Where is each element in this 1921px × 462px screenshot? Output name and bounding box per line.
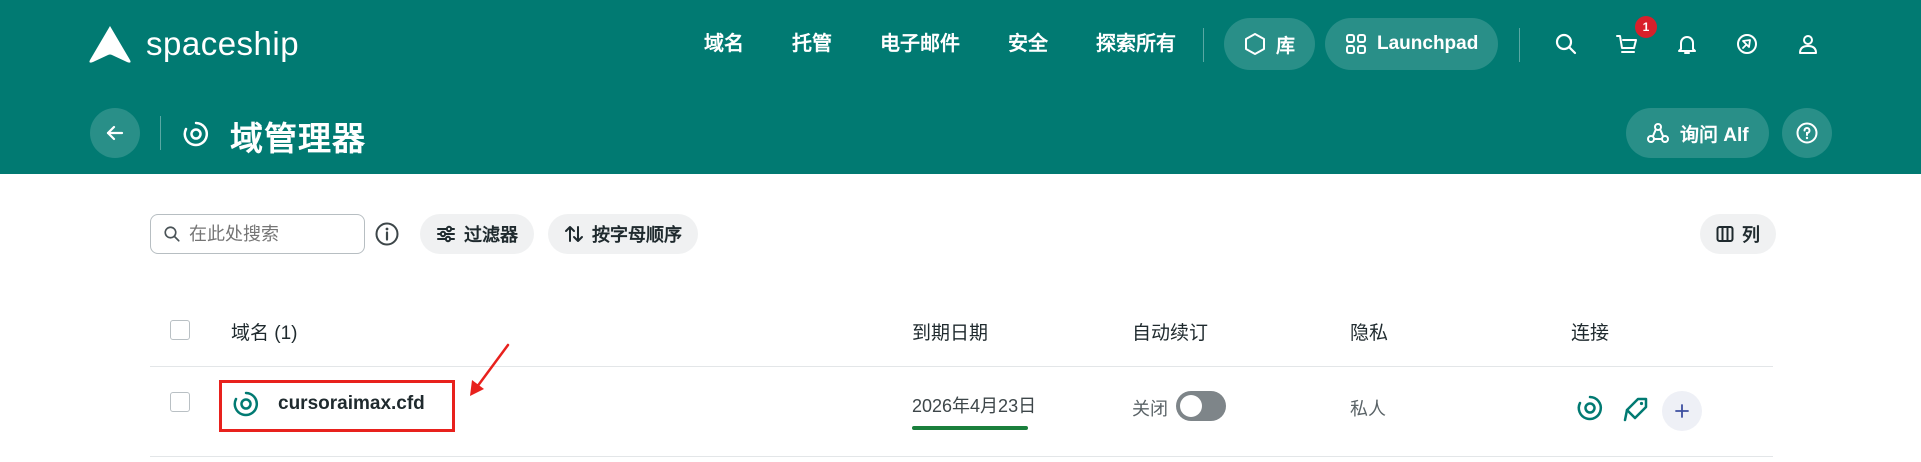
- search-box[interactable]: [150, 214, 365, 254]
- main-nav: 域名 托管 电子邮件 安全 探索所有: [680, 28, 1200, 60]
- expiry-progress-bar: [912, 426, 1028, 430]
- cart-button[interactable]: 1: [1613, 16, 1657, 58]
- nav-hosting[interactable]: 托管: [768, 28, 856, 60]
- header-divider: [150, 366, 1773, 367]
- annotation-arrow: [470, 343, 510, 396]
- nav-explore-all[interactable]: 探索所有: [1072, 28, 1200, 60]
- user-icon: [1799, 35, 1817, 54]
- launchpad-label: Launchpad: [1377, 33, 1479, 54]
- brand-logo[interactable]: spaceship: [88, 24, 299, 64]
- account-button[interactable]: [1794, 30, 1822, 58]
- expiry-date: 2026年4月23日: [912, 396, 1037, 416]
- rocket-icon: [1737, 34, 1757, 54]
- column-header-autorenew[interactable]: 自动续订: [1132, 318, 1208, 345]
- nav-divider: [1519, 28, 1520, 62]
- columns-label: 列: [1742, 225, 1760, 245]
- column-header-privacy[interactable]: 隐私: [1350, 318, 1388, 345]
- sort-icon: [565, 226, 583, 242]
- search-icon: [1555, 33, 1577, 55]
- nav-domains[interactable]: 域名: [680, 28, 768, 60]
- page-title: 域管理器: [230, 120, 366, 157]
- library-button[interactable]: 库: [1224, 18, 1316, 70]
- autorenew-status: 关闭: [1132, 399, 1168, 419]
- autorenew-toggle[interactable]: [1176, 391, 1226, 421]
- sort-button[interactable]: 按字母顺序: [548, 214, 698, 254]
- rocket-button[interactable]: [1733, 30, 1761, 58]
- help-icon: [1796, 122, 1818, 144]
- subbar-divider: [160, 116, 161, 150]
- cart-icon: [1616, 35, 1637, 53]
- info-icon[interactable]: [374, 221, 400, 247]
- ask-alf-label: 询问 Alf: [1680, 124, 1749, 146]
- row-divider: [150, 456, 1773, 457]
- cart-badge: 1: [1635, 16, 1657, 38]
- row-checkbox[interactable]: [170, 392, 190, 412]
- top-header: spaceship 域名 托管 电子邮件 安全 探索所有 库 Launchpad: [0, 0, 1921, 174]
- columns-icon: [1716, 226, 1734, 242]
- filter-button[interactable]: 过滤器: [420, 214, 534, 254]
- library-label: 库: [1276, 35, 1296, 57]
- logo-icon: [89, 26, 131, 63]
- columns-button[interactable]: 列: [1700, 214, 1776, 254]
- back-button[interactable]: [90, 108, 140, 158]
- search-button[interactable]: [1552, 30, 1580, 58]
- help-button[interactable]: [1782, 108, 1832, 158]
- nav-divider: [1203, 28, 1204, 62]
- alf-icon: [1647, 123, 1669, 143]
- select-all-checkbox[interactable]: [170, 320, 190, 340]
- bell-icon: [1678, 36, 1696, 54]
- privacy-status: 私人: [1350, 399, 1386, 419]
- filter-label: 过滤器: [464, 225, 518, 245]
- add-connection-button[interactable]: [1662, 391, 1702, 431]
- toggle-knob: [1180, 395, 1202, 417]
- ask-alf-button[interactable]: 询问 Alf: [1626, 108, 1769, 158]
- sort-label: 按字母顺序: [592, 225, 682, 245]
- tag-icon[interactable]: [1622, 394, 1650, 422]
- nav-security[interactable]: 安全: [984, 28, 1072, 60]
- highlight-box: [219, 380, 455, 432]
- grid-icon: [1346, 34, 1366, 54]
- back-arrow-icon: [106, 125, 124, 141]
- column-header-expiry[interactable]: 到期日期: [912, 318, 988, 345]
- search-icon: [164, 226, 180, 242]
- search-input[interactable]: [189, 223, 359, 245]
- column-header-domain[interactable]: 域名 (1): [231, 318, 298, 345]
- plus-icon: [1675, 404, 1689, 418]
- notifications-button[interactable]: [1673, 30, 1701, 58]
- target-icon: [183, 121, 209, 147]
- sliders-icon: [437, 225, 455, 243]
- nav-email[interactable]: 电子邮件: [856, 28, 984, 60]
- brand-name: spaceship: [146, 25, 300, 62]
- domain-icon[interactable]: [1576, 394, 1604, 422]
- hexagon-icon: [1245, 33, 1265, 55]
- launchpad-button[interactable]: Launchpad: [1325, 18, 1499, 70]
- column-header-connect: 连接: [1571, 323, 1610, 344]
